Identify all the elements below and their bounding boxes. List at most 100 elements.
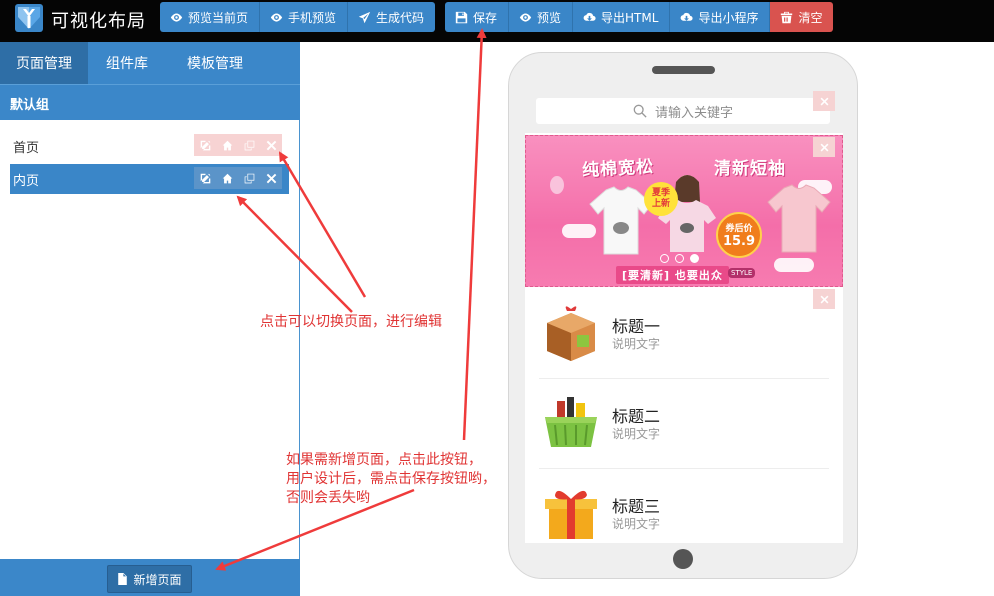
carousel-dot-active[interactable] (690, 254, 699, 263)
tshirt-image (767, 184, 831, 253)
list-item[interactable]: 标题三 说明文字 (539, 469, 829, 543)
gift-box-icon (547, 306, 595, 361)
delete-component-button[interactable] (813, 137, 835, 157)
delete-icon[interactable] (260, 134, 282, 156)
phone-screen: 请输入关键字 纯棉宽松 清新短袖 夏季 上新 券后价 15.9 [要清新] 也要… (525, 89, 843, 543)
gift-icon (545, 490, 597, 539)
set-home-icon[interactable] (216, 134, 238, 156)
page-group-header[interactable]: 默认组 (0, 84, 300, 120)
phone-home-button (673, 549, 693, 569)
page-item-label: 首页 (13, 141, 40, 156)
delete-component-button[interactable] (813, 91, 835, 111)
annotation-add-save-line1: 如果需新增页面，点击此按钮， (286, 452, 482, 468)
search-icon (633, 104, 647, 118)
carousel-dot[interactable] (675, 254, 684, 263)
preview-button-group: 预览当前页 手机预览 生成代码 (160, 2, 436, 32)
send-icon (358, 11, 371, 23)
mobile-preview-label: 手机预览 (288, 10, 337, 25)
cloud-download-icon (681, 12, 694, 21)
preview-current-page-button[interactable]: 预览当前页 (160, 2, 261, 32)
phone-frame: 请输入关键字 纯棉宽松 清新短袖 夏季 上新 券后价 15.9 [要清新] 也要… (508, 52, 858, 579)
export-miniprogram-button[interactable]: 导出小程序 (670, 2, 771, 32)
arrow-to-save-button (462, 28, 487, 441)
tab-template-management[interactable]: 模板管理 (166, 42, 264, 84)
left-panel-footer: 新增页面 (0, 559, 300, 596)
season-badge: 夏季 上新 (644, 182, 678, 216)
export-html-label: 导出HTML (601, 10, 659, 25)
edit-icon[interactable] (194, 134, 216, 156)
style-tag: STYLE (728, 268, 756, 278)
cloud-decoration (774, 258, 814, 272)
banner-headline-left: 纯棉宽松 (581, 157, 655, 181)
add-page-label: 新增页面 (133, 572, 182, 587)
tab-page-management[interactable]: 页面管理 (0, 42, 88, 84)
export-html-button[interactable]: 导出HTML (573, 2, 671, 32)
list-item[interactable]: 标题一 说明文字 (539, 289, 829, 379)
list-item[interactable]: 标题二 说明文字 (539, 379, 829, 469)
action-button-group: 保存 预览 导出HTML 导出小程序 清空 (445, 2, 834, 32)
app-title: 可视化布局 (51, 11, 146, 32)
tab-component-library[interactable]: 组件库 (88, 42, 166, 84)
clear-button[interactable]: 清空 (770, 2, 834, 32)
carousel-dots (660, 254, 705, 263)
set-home-icon[interactable] (216, 167, 238, 189)
close-icon (820, 143, 828, 151)
page-item-label: 内页 (13, 174, 40, 189)
close-icon (820, 97, 828, 105)
banner-headline-right: 清新短袖 (714, 159, 786, 179)
app-logo-icon (15, 4, 43, 32)
search-placeholder: 请输入关键字 (654, 105, 733, 121)
list-component[interactable]: 标题一 说明文字 标题二 说明文字 标题三 说明文字 (525, 289, 843, 543)
page-item-tools (194, 167, 282, 189)
save-button[interactable]: 保存 (445, 2, 510, 32)
save-icon (455, 11, 468, 23)
balloon-decoration (550, 176, 564, 194)
preview-current-page-label: 预览当前页 (188, 10, 249, 25)
edit-icon[interactable] (194, 167, 216, 189)
search-component[interactable]: 请输入关键字 (525, 89, 843, 133)
add-page-button[interactable]: 新增页面 (107, 565, 192, 593)
price-badge: 券后价 15.9 (716, 212, 762, 258)
season-badge-line2: 上新 (651, 199, 670, 209)
banner-slogan: [要清新] 也要出众 (616, 266, 729, 284)
left-panel: 页面管理 组件库 模板管理 默认组 首页 内页 新增页面 (0, 42, 300, 596)
banner-carousel[interactable]: 纯棉宽松 清新短袖 夏季 上新 券后价 15.9 [要清新] 也要出众 STYL… (525, 135, 843, 287)
eye-icon (270, 12, 283, 22)
annotation-add-save-line3: 否则会丢失哟 (286, 490, 370, 506)
season-badge-line1: 夏季 (651, 188, 670, 198)
clear-label: 清空 (798, 10, 823, 25)
annotation-add-save-line2: 用户设计后，需点击保存按钮哟， (286, 471, 496, 487)
search-input[interactable]: 请输入关键字 (536, 98, 830, 124)
generate-code-label: 生成代码 (376, 10, 425, 25)
save-label: 保存 (473, 10, 498, 25)
list-item-desc: 说明文字 (612, 427, 661, 441)
list-item-desc: 说明文字 (612, 337, 661, 351)
carousel-dot[interactable] (660, 254, 669, 263)
delete-icon[interactable] (260, 167, 282, 189)
preview-label: 预览 (537, 10, 562, 25)
list-item-desc: 说明文字 (612, 517, 661, 531)
page-item-inner[interactable]: 内页 (10, 164, 289, 194)
page-item-home[interactable]: 首页 (10, 131, 289, 161)
phone-speaker (652, 66, 715, 74)
copy-icon[interactable] (238, 134, 260, 156)
price-badge-value: 15.9 (722, 234, 756, 249)
eye-icon (519, 12, 532, 22)
copy-icon[interactable] (238, 167, 260, 189)
list-item-title: 标题三 (612, 497, 661, 516)
list-item-title: 标题二 (612, 407, 661, 426)
mobile-preview-button[interactable]: 手机预览 (260, 2, 349, 32)
cloud-download-icon (583, 12, 596, 21)
left-panel-tabs: 页面管理 组件库 模板管理 (0, 42, 300, 84)
export-miniprogram-label: 导出小程序 (698, 10, 759, 25)
trash-icon (781, 11, 793, 23)
file-icon (118, 573, 128, 585)
preview-button[interactable]: 预览 (509, 2, 574, 32)
generate-code-button[interactable]: 生成代码 (348, 2, 436, 32)
top-toolbar: 可视化布局 预览当前页 手机预览 生成代码 保存 预览 导出HTML 导出小程序… (0, 0, 994, 42)
list-item-title: 标题一 (612, 317, 661, 336)
price-badge-label: 券后价 (725, 224, 753, 234)
page-item-tools (194, 134, 282, 156)
annotation-switch-page: 点击可以切换页面，进行编辑 (260, 314, 442, 330)
eye-icon (170, 12, 183, 22)
